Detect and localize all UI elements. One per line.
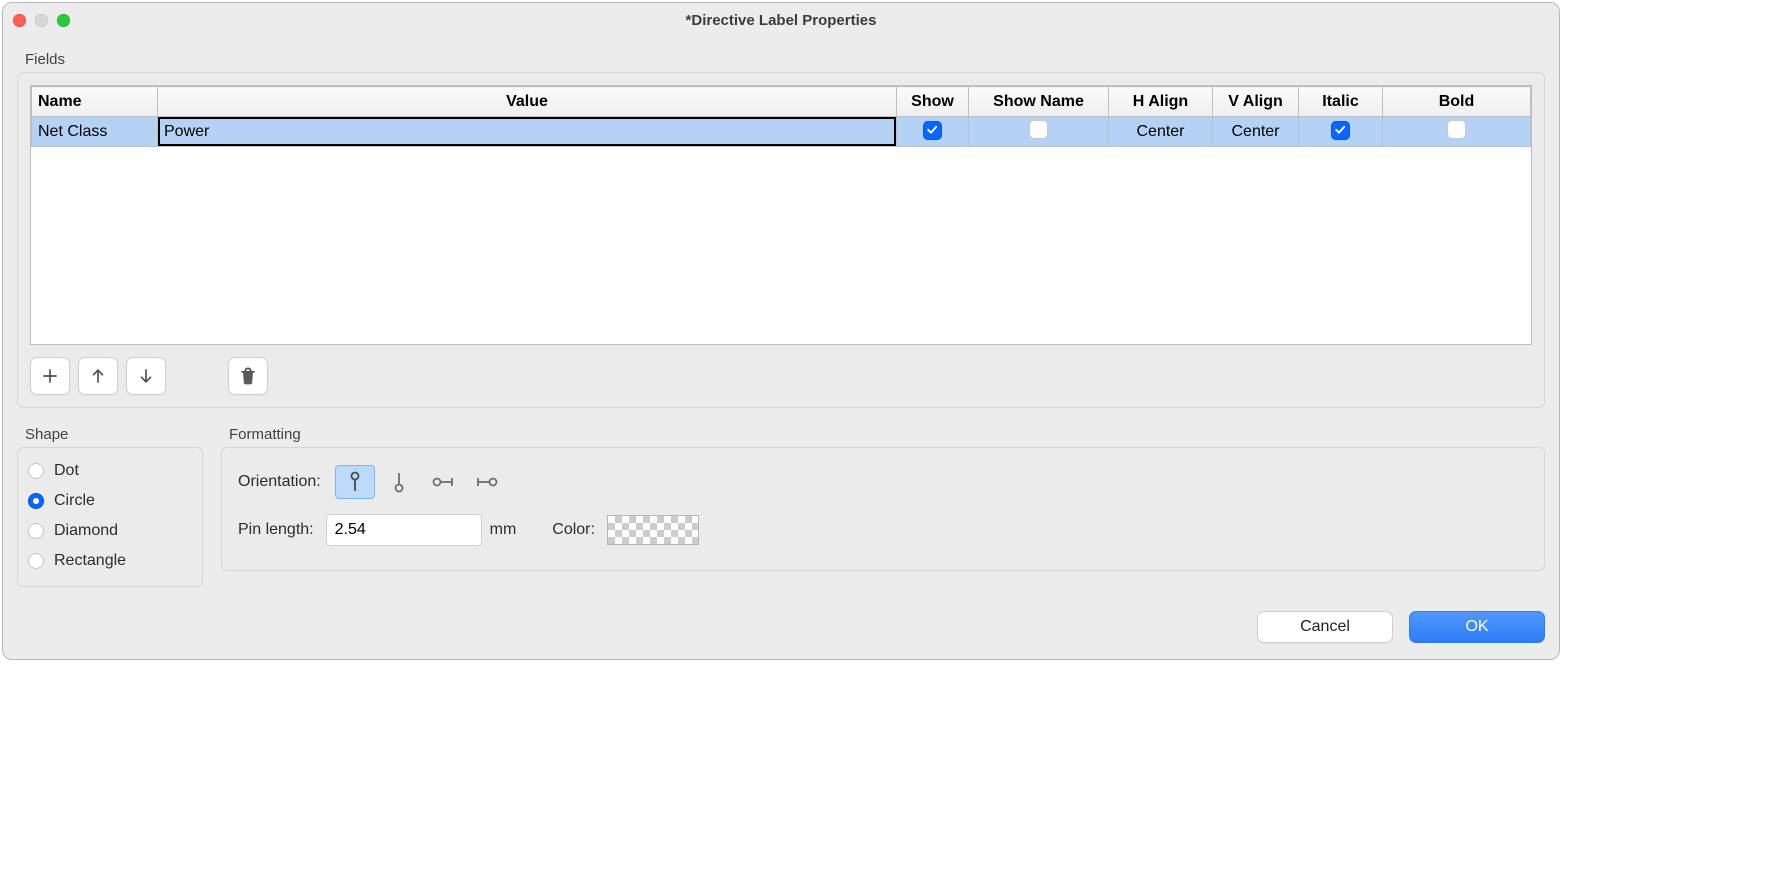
fields-toolbar xyxy=(30,357,1532,395)
radio-button[interactable] xyxy=(28,523,44,539)
orientation-icon xyxy=(474,469,500,495)
orientation-row: Orientation: xyxy=(238,458,1528,506)
col-header-italic[interactable]: Italic xyxy=(1299,87,1383,117)
window-title: *Directive Label Properties xyxy=(3,12,1559,29)
plus-icon xyxy=(40,366,60,386)
radio-button[interactable] xyxy=(28,493,44,509)
formatting-column: Formatting Orientation: Pin length: mm C… xyxy=(221,426,1545,587)
arrow-down-icon xyxy=(136,366,156,386)
trash-icon xyxy=(238,366,258,386)
move-down-button[interactable] xyxy=(126,357,166,395)
shape-option-label: Circle xyxy=(54,492,95,510)
delete-field-button[interactable] xyxy=(228,357,268,395)
dialog-footer: Cancel OK xyxy=(3,595,1559,659)
orientation-option-2[interactable] xyxy=(423,465,463,499)
table-row[interactable]: Net Class CenterCenter xyxy=(32,117,1531,147)
move-up-button[interactable] xyxy=(78,357,118,395)
formatting-panel: Orientation: Pin length: mm Color: xyxy=(221,447,1545,571)
color-swatch[interactable] xyxy=(607,515,699,545)
cell-show-name[interactable] xyxy=(969,117,1109,147)
cell-h-align[interactable]: Center xyxy=(1109,117,1213,147)
shape-option-diamond[interactable]: Diamond xyxy=(28,516,192,546)
pin-length-unit: mm xyxy=(490,521,517,539)
shape-section-label: Shape xyxy=(25,426,203,443)
toolbar-spacer xyxy=(174,357,220,395)
col-header-h-align[interactable]: H Align xyxy=(1109,87,1213,117)
orientation-option-0[interactable] xyxy=(335,465,375,499)
pin-length-input[interactable] xyxy=(326,514,482,546)
dialog-window: *Directive Label Properties Fields Name … xyxy=(2,2,1560,660)
shape-panel: Dot Circle Diamond Rectangle xyxy=(17,447,203,587)
content: Fields Name Value Show Show Name H Al xyxy=(3,37,1559,595)
fields-section-label: Fields xyxy=(25,51,1545,68)
radio-button[interactable] xyxy=(28,463,44,479)
pin-length-label: Pin length: xyxy=(238,521,314,539)
col-header-name[interactable]: Name xyxy=(32,87,158,117)
cell-show[interactable] xyxy=(897,117,969,147)
col-header-v-align[interactable]: V Align xyxy=(1213,87,1299,117)
orientation-buttons xyxy=(335,465,507,499)
value-input[interactable] xyxy=(158,117,896,146)
col-header-value[interactable]: Value xyxy=(158,87,897,117)
shape-option-rectangle[interactable]: Rectangle xyxy=(28,546,192,576)
fields-table: Name Value Show Show Name H Align V Alig… xyxy=(31,86,1531,147)
shape-option-dot[interactable]: Dot xyxy=(28,456,192,486)
checkbox[interactable] xyxy=(1331,121,1350,140)
titlebar: *Directive Label Properties xyxy=(3,3,1559,37)
fields-panel: Name Value Show Show Name H Align V Alig… xyxy=(17,72,1545,408)
cell-v-align[interactable]: Center xyxy=(1213,117,1299,147)
cell-value[interactable] xyxy=(158,117,897,147)
orientation-icon xyxy=(430,469,456,495)
arrow-up-icon xyxy=(88,366,108,386)
col-header-show[interactable]: Show xyxy=(897,87,969,117)
checkbox[interactable] xyxy=(1029,120,1048,139)
checkbox[interactable] xyxy=(1447,120,1466,139)
col-header-bold[interactable]: Bold xyxy=(1383,87,1531,117)
fields-grid: Name Value Show Show Name H Align V Alig… xyxy=(30,85,1532,345)
table-header-row: Name Value Show Show Name H Align V Alig… xyxy=(32,87,1531,117)
ok-button[interactable]: OK xyxy=(1409,611,1545,643)
shape-option-label: Diamond xyxy=(54,522,118,540)
orientation-icon xyxy=(342,469,368,495)
orientation-option-3[interactable] xyxy=(467,465,507,499)
cell-name[interactable]: Net Class xyxy=(32,117,158,147)
orientation-icon xyxy=(386,469,412,495)
color-label: Color: xyxy=(552,521,595,539)
orientation-option-1[interactable] xyxy=(379,465,419,499)
formatting-section-label: Formatting xyxy=(229,426,1545,443)
orientation-label: Orientation: xyxy=(238,473,321,491)
shape-option-label: Rectangle xyxy=(54,552,126,570)
radio-button[interactable] xyxy=(28,553,44,569)
shape-column: Shape Dot Circle Diamond Rectangle xyxy=(17,426,203,587)
cancel-button[interactable]: Cancel xyxy=(1257,611,1393,643)
pin-length-row: Pin length: mm Color: xyxy=(238,506,1528,554)
col-header-show-name[interactable]: Show Name xyxy=(969,87,1109,117)
cell-italic[interactable] xyxy=(1299,117,1383,147)
checkbox[interactable] xyxy=(923,121,942,140)
add-field-button[interactable] xyxy=(30,357,70,395)
shape-option-label: Dot xyxy=(54,462,79,480)
cell-bold[interactable] xyxy=(1383,117,1531,147)
lower-row: Shape Dot Circle Diamond Rectangle Formatti… xyxy=(17,426,1545,587)
shape-option-circle[interactable]: Circle xyxy=(28,486,192,516)
